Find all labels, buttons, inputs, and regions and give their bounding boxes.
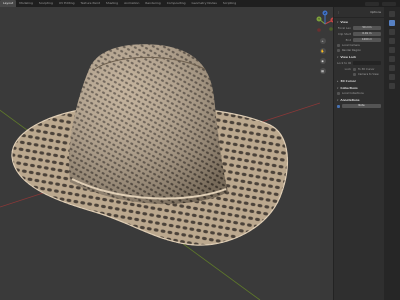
scene-selector[interactable] [365, 1, 379, 6]
3d-cursor-section[interactable]: ▸ 3D Cursor [334, 77, 384, 84]
focal-length-field[interactable]: 50 mm [353, 26, 381, 30]
workspace-tab-shading[interactable]: Shading [103, 0, 121, 7]
scene-tab-icon[interactable] [389, 47, 395, 53]
render-tab-icon[interactable] [389, 29, 395, 35]
grid-icon[interactable]: ▦ [319, 68, 326, 74]
annotation-color-swatch[interactable] [337, 104, 340, 108]
chevron-down-icon: ▾ [337, 55, 339, 59]
options-dropdown[interactable]: Options [370, 10, 381, 14]
workspace-tab-sculpting[interactable]: Sculpting [36, 0, 56, 7]
view-tab-icon[interactable] [389, 20, 395, 26]
hat-crown [69, 44, 228, 204]
modifier-tab-icon[interactable] [389, 74, 395, 80]
to-3d-cursor-checkbox[interactable] [353, 67, 356, 71]
3d-viewport[interactable] [0, 7, 320, 300]
chevron-down-icon: ▾ [337, 86, 339, 90]
properties-tab-column [384, 7, 400, 300]
workspace-tab-bar: Layout Modeling Sculpting UV Editing Texture… [0, 0, 400, 7]
workspace-tab-modeling[interactable]: Modeling [16, 0, 36, 7]
lock-object-field[interactable] [353, 61, 381, 65]
clip-start-field[interactable]: 0.01 m [353, 32, 381, 36]
camera-icon[interactable]: ◉ [319, 58, 326, 64]
svg-text:Z: Z [324, 11, 326, 15]
render-region-checkbox[interactable] [337, 49, 340, 52]
material-tab-icon[interactable] [389, 83, 395, 89]
chevron-right-icon: ▸ [337, 79, 339, 83]
chevron-down-icon: ▾ [337, 20, 339, 24]
workspace-tab-compositing[interactable]: Compositing [164, 0, 189, 7]
workspace-tab-texture-paint[interactable]: Texture Paint [78, 0, 103, 7]
panel-header: ⋮ Options [334, 7, 384, 18]
annotations-section[interactable]: ▾ Annotations [334, 96, 384, 103]
world-tab-icon[interactable] [389, 56, 395, 62]
hand-pan-icon[interactable]: ✋ [319, 48, 326, 54]
local-collections-checkbox[interactable] [337, 92, 340, 95]
collections-section[interactable]: ▾ Collections [334, 84, 384, 91]
view-layer-selector[interactable] [382, 1, 396, 6]
workspace-tab-layout[interactable]: Layout [0, 0, 17, 7]
svg-text:Y: Y [318, 17, 320, 21]
object-tab-icon[interactable] [389, 65, 395, 71]
clip-end-field[interactable]: 1000 m [353, 38, 381, 42]
viewport-canvas [0, 44, 320, 300]
local-camera-checkbox[interactable] [337, 44, 340, 47]
view-lock-section[interactable]: ▾ View Lock [334, 53, 384, 60]
annotation-layer-field[interactable]: Note [342, 104, 381, 108]
camera-to-view-checkbox[interactable] [353, 73, 356, 76]
view-section[interactable]: ▾ View [334, 18, 384, 25]
scene-selector-group [365, 1, 400, 6]
workspace-tab-animation[interactable]: Animation [121, 0, 142, 7]
sidebar-panel: ⋮ Options ▾ View Focal Len 50 mm Clip St… [333, 7, 384, 300]
panel-header-dots-icon: ⋮ [337, 10, 340, 14]
viewport-navigation-tools: + ✋ ◉ ▦ [318, 38, 327, 74]
tool-tab-icon[interactable] [389, 11, 395, 17]
chevron-down-icon: ▾ [337, 98, 339, 102]
workspace-tab-rendering[interactable]: Rendering [142, 0, 163, 7]
workspace-tab-scripting[interactable]: Scripting [220, 0, 239, 7]
workspace-tab-uv-editing[interactable]: UV Editing [56, 0, 78, 7]
zoom-icon[interactable]: + [319, 38, 326, 44]
workspace-tab-geometry-nodes[interactable]: Geometry Nodes [189, 0, 220, 7]
output-tab-icon[interactable] [389, 38, 395, 44]
